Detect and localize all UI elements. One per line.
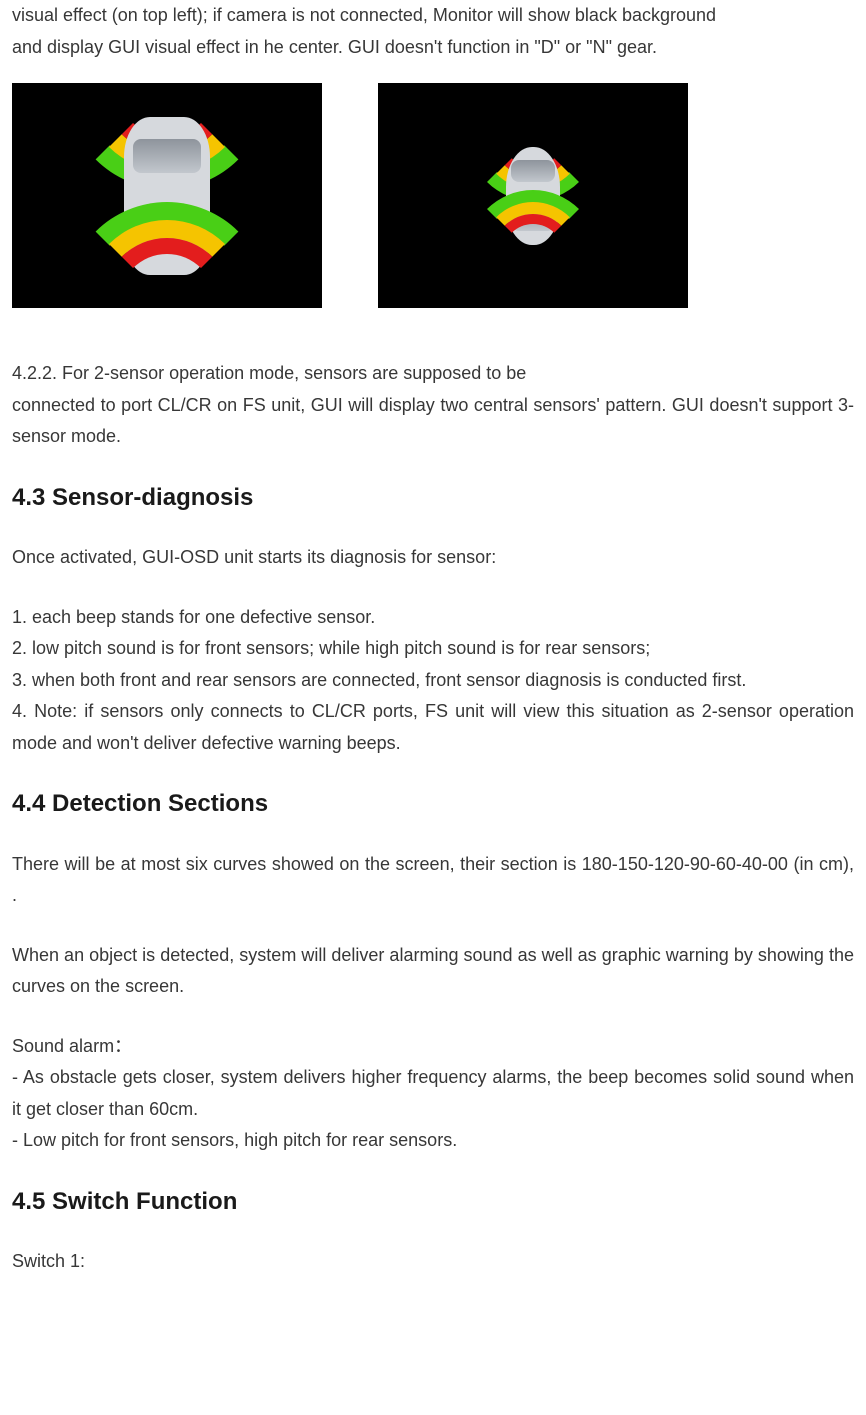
section-422-line2: connected to port CL/CR on FS unit, GUI …	[12, 390, 854, 453]
section-43-intro: Once activated, GUI-OSD unit starts its …	[12, 542, 854, 574]
section-43-item4: 4. Note: if sensors only connects to CL/…	[12, 696, 854, 759]
sound-alarm-item2: - Low pitch for front sensors, high pitc…	[12, 1125, 854, 1157]
sensor-images-row	[12, 83, 854, 308]
section-43-item2: 2. low pitch sound is for front sensors;…	[12, 633, 854, 665]
heading-45: 4.5 Switch Function	[12, 1185, 854, 1219]
heading-44: 4.4 Detection Sections	[12, 787, 854, 821]
section-43-item3: 3. when both front and rear sensors are …	[12, 665, 854, 697]
section-44-p2: When an object is detected, system will …	[12, 940, 854, 1003]
section-422-line1: 4.2.2. For 2-sensor operation mode, sens…	[12, 358, 854, 390]
document-page: visual effect (on top left); if camera i…	[0, 0, 866, 1415]
switch1-label: Switch 1:	[12, 1246, 854, 1278]
heading-43: 4.3 Sensor-diagnosis	[12, 481, 854, 515]
sensor-display-large	[12, 83, 322, 308]
sound-alarm-item1: - As obstacle gets closer, system delive…	[12, 1062, 854, 1125]
section-44-p1: There will be at most six curves showed …	[12, 849, 854, 912]
intro-paragraph-line1: visual effect (on top left); if camera i…	[12, 0, 854, 32]
sound-alarm-label: Sound alarm：	[12, 1031, 854, 1063]
sensor-display-small	[378, 83, 688, 308]
section-43-item1: 1. each beep stands for one defective se…	[12, 602, 854, 634]
arc-red-icon	[493, 214, 573, 294]
intro-paragraph-line2: and display GUI visual effect in he cent…	[12, 32, 854, 64]
